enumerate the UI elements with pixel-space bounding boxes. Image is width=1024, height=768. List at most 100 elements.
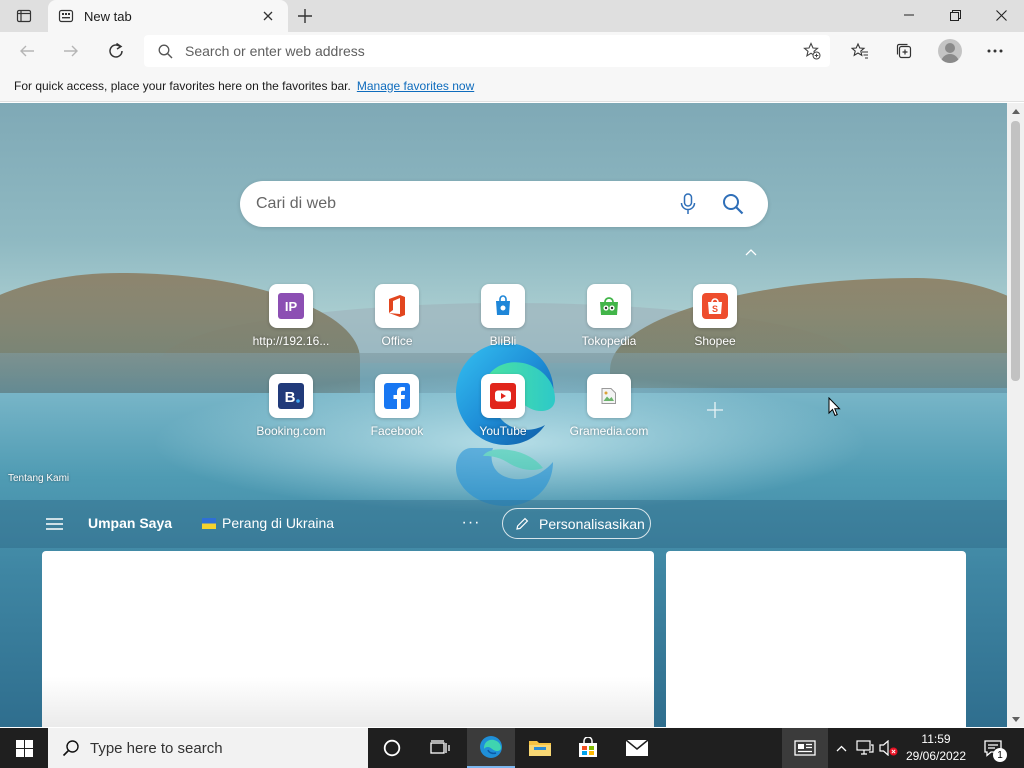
forward-button[interactable]	[56, 36, 86, 66]
cortana-circle-icon	[383, 739, 401, 757]
svg-text:S: S	[712, 304, 718, 314]
tile-label: Facebook	[370, 424, 424, 438]
restore-button[interactable]	[932, 0, 978, 30]
feed-tab-ukraine[interactable]: Perang di Ukraina	[202, 515, 334, 531]
voice-search-button[interactable]	[676, 192, 700, 216]
hamburger-menu-icon	[45, 518, 63, 530]
collapse-quick-links-button[interactable]	[742, 245, 760, 259]
ip-icon: IP	[278, 293, 304, 319]
more-horizontal-icon	[987, 49, 1003, 53]
tile-icon-container: B	[269, 374, 313, 418]
web-search-box	[240, 181, 768, 227]
browser-toolbar	[0, 32, 1024, 70]
favorites-button[interactable]	[845, 36, 875, 66]
start-button[interactable]	[0, 728, 48, 768]
microphone-icon	[680, 193, 696, 214]
quick-link-office[interactable]: Office	[347, 284, 447, 364]
quick-link-ip[interactable]: IP http://192.16...	[241, 284, 341, 364]
manage-favorites-link[interactable]: Manage favorites now	[357, 79, 474, 93]
add-favorite-button[interactable]	[800, 39, 824, 63]
collections-button[interactable]	[889, 36, 919, 66]
taskbar-store[interactable]	[564, 728, 612, 768]
mail-icon	[625, 739, 649, 756]
feed-tab-ukraine-label: Perang di Ukraina	[222, 515, 335, 531]
quick-link-blibli[interactable]: BliBli	[453, 284, 553, 364]
search-icon	[723, 194, 744, 215]
feed-tab-my-feed[interactable]: Umpan Saya	[88, 515, 172, 531]
web-search-input[interactable]	[256, 195, 656, 213]
edge-icon	[480, 736, 502, 758]
scrollbar-thumb[interactable]	[1011, 121, 1020, 381]
favorites-icon	[851, 42, 868, 59]
cortana-button[interactable]	[368, 728, 416, 768]
store-icon	[579, 737, 597, 757]
tile-icon-container: IP	[269, 284, 313, 328]
task-view-icon	[430, 740, 450, 754]
quick-link-booking[interactable]: B Booking.com	[241, 374, 341, 454]
broken-image-icon	[601, 388, 616, 404]
show-hidden-icons-button[interactable]	[832, 728, 850, 768]
tab-actions-icon	[16, 9, 32, 23]
news-icon	[794, 740, 816, 756]
new-tab-button[interactable]	[292, 4, 318, 28]
notification-count-badge: 1	[993, 748, 1007, 762]
news-and-interests-button[interactable]	[782, 728, 828, 768]
quick-link-tokopedia[interactable]: Tokopedia	[559, 284, 659, 364]
quick-link-facebook[interactable]: Facebook	[347, 374, 447, 454]
mouse-cursor-icon	[828, 397, 841, 417]
scroll-up-button[interactable]	[1007, 103, 1024, 119]
taskbar-search-input[interactable]	[90, 739, 350, 757]
about-us-link[interactable]: Tentang Kami	[8, 473, 69, 484]
arrow-right-icon	[64, 45, 78, 57]
tile-label: Tokopedia	[581, 334, 637, 348]
new-tab-page: IP http://192.16... Office BliBli Tokope…	[0, 103, 1007, 727]
taskbar-file-explorer[interactable]	[516, 728, 564, 768]
tab-close-button[interactable]	[258, 6, 278, 26]
tab-title: New tab	[84, 8, 132, 24]
chevron-up-icon	[836, 745, 846, 751]
tile-label: Booking.com	[256, 424, 326, 438]
taskbar-clock[interactable]: 11:59 29/06/2022	[902, 731, 970, 765]
quick-link-gramedia[interactable]: Gramedia.com	[559, 374, 659, 454]
scroll-down-button[interactable]	[1007, 711, 1024, 727]
minimize-button[interactable]	[886, 0, 932, 30]
tile-icon-container	[375, 284, 419, 328]
tile-label: YouTube	[479, 424, 527, 438]
page-scrollbar[interactable]	[1007, 103, 1024, 727]
news-feed-bar: Umpan Saya Perang di Ukraina ··· Persona…	[0, 500, 1007, 548]
window-close-button[interactable]	[978, 0, 1024, 30]
clock-date: 29/06/2022	[905, 749, 967, 763]
quick-link-shopee[interactable]: S Shopee	[665, 284, 765, 364]
add-quick-link-button[interactable]	[702, 397, 728, 423]
news-card-small[interactable]	[666, 551, 966, 727]
feed-menu-button[interactable]	[44, 516, 64, 532]
plus-icon	[298, 9, 312, 23]
news-card-large[interactable]	[42, 551, 654, 727]
svg-text:IP: IP	[285, 299, 298, 314]
favorites-bar: For quick access, place your favorites h…	[0, 70, 1024, 102]
tile-label: Gramedia.com	[569, 424, 649, 438]
address-input[interactable]	[185, 43, 745, 59]
refresh-button[interactable]	[101, 36, 131, 66]
taskbar-search-box	[48, 728, 368, 768]
taskbar-mail[interactable]	[613, 728, 661, 768]
back-button[interactable]	[12, 36, 42, 66]
feed-more-button[interactable]: ···	[460, 512, 482, 534]
settings-more-button[interactable]	[980, 36, 1010, 66]
tile-icon-container	[587, 374, 631, 418]
tab-actions-button[interactable]	[8, 4, 40, 28]
shopee-icon: S	[702, 293, 728, 319]
collections-icon	[896, 43, 912, 59]
task-view-button[interactable]	[416, 728, 464, 768]
tile-label: Shopee	[694, 334, 736, 348]
new-tab-page-icon	[58, 9, 74, 23]
taskbar-edge[interactable]	[467, 728, 515, 768]
tab-new-tab[interactable]: New tab	[48, 0, 288, 32]
network-button[interactable]	[854, 728, 876, 768]
volume-button[interactable]	[878, 728, 900, 768]
personalize-button[interactable]: Personalisasikan	[502, 508, 651, 539]
search-submit-button[interactable]	[721, 192, 745, 216]
address-bar	[144, 35, 830, 67]
profile-avatar[interactable]	[938, 39, 962, 63]
quick-link-youtube[interactable]: YouTube	[453, 374, 553, 454]
